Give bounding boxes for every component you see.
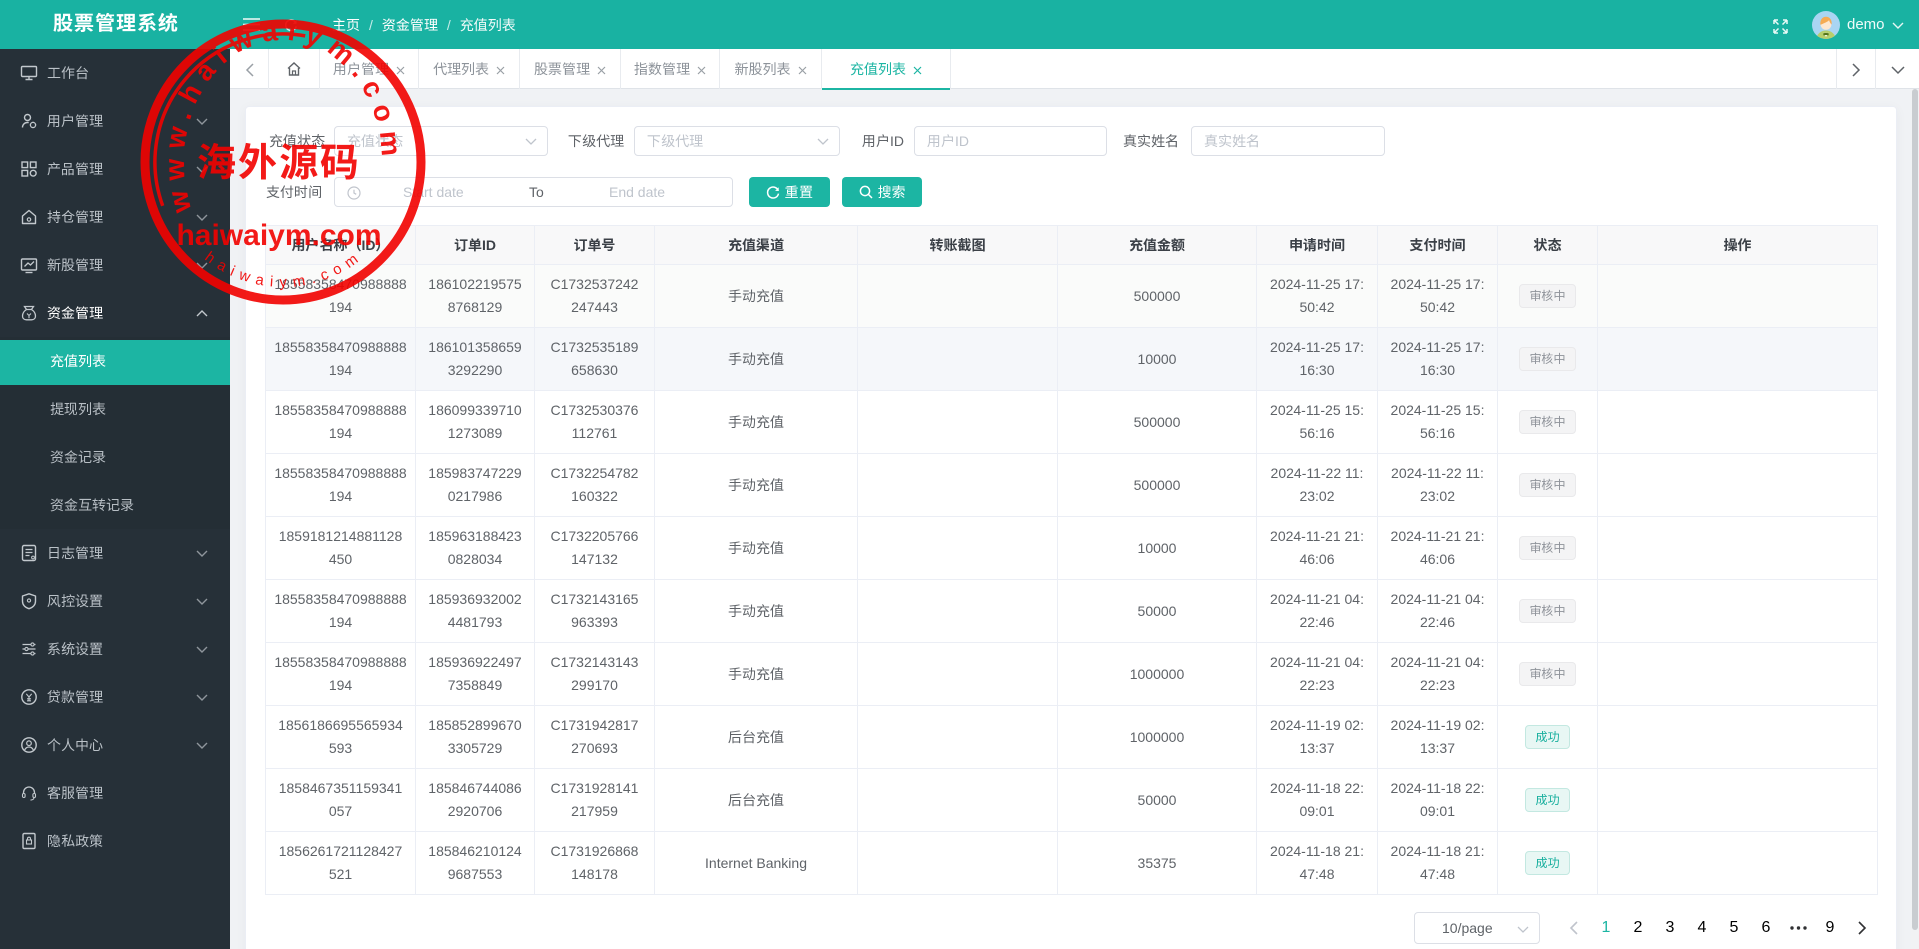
svg-text:海外源码: 海外源码 (197, 132, 361, 188)
svg-text:haiwaiym.com: haiwaiym.com (176, 219, 381, 252)
